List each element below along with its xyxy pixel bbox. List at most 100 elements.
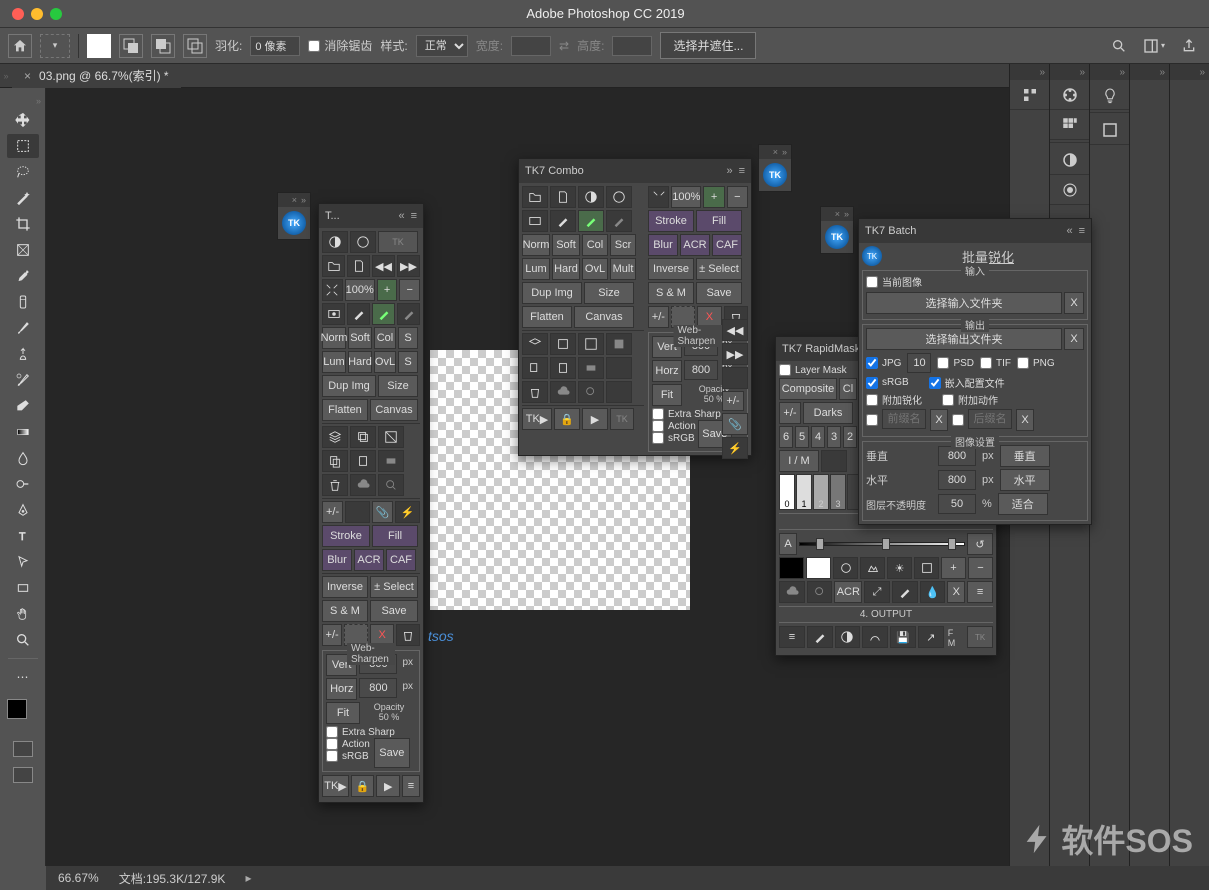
width-input[interactable] [511,36,551,56]
folder-icon[interactable] [322,255,345,277]
clip-icon[interactable]: 📎 [722,413,748,435]
marquee-tool-icon[interactable]: ▾ [40,34,70,58]
pm-button[interactable]: +/- [648,306,669,328]
frame-tool[interactable] [7,238,39,262]
next-icon[interactable]: ▶▶ [397,255,420,277]
dup-button[interactable]: Dup Img [322,375,376,397]
adj2-icon[interactable] [606,186,632,208]
libraries-icon[interactable] [1090,115,1130,145]
tab-handle[interactable]: » [0,64,12,88]
vert-button[interactable]: 垂直 [1000,445,1050,467]
close-window[interactable] [12,8,24,20]
share-icon[interactable] [1177,34,1201,58]
sc-button[interactable]: S [398,327,418,349]
hard-button[interactable]: Hard [552,258,580,280]
adjustments-icon[interactable] [1050,145,1090,175]
fit-button[interactable]: 适合 [998,493,1048,515]
antialias-checkbox[interactable]: 消除锯齿 [308,37,372,54]
magic-wand-tool[interactable] [7,186,39,210]
screen-mode[interactable] [13,767,33,783]
c1-icon[interactable] [522,357,548,379]
layer2-icon[interactable] [350,426,376,448]
tk-icon[interactable]: TK [378,231,418,253]
search-icon[interactable] [378,474,404,496]
x-button[interactable]: X [1064,292,1084,314]
c2-icon[interactable] [550,357,576,379]
m2-icon[interactable] [860,557,885,579]
pm-button[interactable]: +/- [779,402,801,424]
n5[interactable]: 5 [795,426,809,448]
add-selection-icon[interactable] [119,34,143,58]
save-button[interactable]: Save [370,600,418,622]
collapse-icon[interactable]: » [782,147,787,157]
plus-icon[interactable]: + [703,186,724,208]
horz-input[interactable] [359,678,397,698]
trash2-icon[interactable] [396,624,420,646]
tif-checkbox[interactable]: TIF [980,353,1011,373]
fit-button[interactable]: Fit [326,702,360,724]
caf-button[interactable]: CAF [712,234,742,256]
subtract-selection-icon[interactable] [151,34,175,58]
hundred-button[interactable]: 100% [345,279,375,301]
expand-icon[interactable] [648,186,669,208]
zone-2[interactable]: 2 [813,474,829,510]
save2-button[interactable]: Save [374,738,410,768]
lock-icon[interactable]: 🔒 [554,408,580,430]
action-checkbox[interactable]: Action [326,738,370,750]
home-button[interactable] [8,34,32,58]
collapse-icon[interactable]: » [726,165,732,177]
pm2-button[interactable]: +/- [322,624,342,646]
hard-button[interactable]: Hard [348,351,372,373]
fill-button[interactable]: Fill [372,525,418,547]
select-input-button[interactable]: 选择输入文件夹 [866,292,1062,314]
im-button[interactable]: I / M [779,450,819,472]
tk7-logo-icon[interactable]: TK [763,163,787,187]
tk-button[interactable]: TK ▶ [322,775,349,797]
inverse-button[interactable]: Inverse [648,258,694,280]
size-button[interactable]: Size [378,375,418,397]
close-icon[interactable]: × [292,195,297,205]
swatches-icon[interactable] [1050,110,1090,140]
composite-button[interactable]: Composite [779,378,837,400]
pm-button[interactable]: +/- [322,501,343,523]
maximize-window[interactable] [50,8,62,20]
tk2-icon[interactable]: TK [610,408,634,430]
vert-input[interactable] [938,446,976,466]
gradient-tool[interactable] [7,420,39,444]
pm-side[interactable]: +/- [722,391,744,411]
flatten-button[interactable]: Flatten [522,306,572,328]
n6[interactable]: 6 [779,426,793,448]
n4[interactable]: 4 [811,426,825,448]
blur-button[interactable]: Blur [648,234,678,256]
trash-icon[interactable] [522,381,548,403]
color-swatches[interactable] [7,699,39,731]
clip-button[interactable]: 📎 [372,501,393,523]
prefix-checkbox[interactable] [866,409,878,431]
type-tool[interactable]: T [7,524,39,548]
l4-icon[interactable] [606,333,632,355]
menu-icon[interactable]: ≡ [967,581,993,603]
c3-icon[interactable] [578,357,604,379]
suffix-checkbox[interactable] [952,409,964,431]
canvas-button[interactable]: Canvas [574,306,634,328]
lum-button[interactable]: Lum [322,351,346,373]
collapse-icon[interactable]: » [301,195,306,205]
doc-info[interactable]: 文档:195.3K/127.9K [119,870,226,887]
pen-tool[interactable] [7,498,39,522]
ovl-button[interactable]: OvL [374,351,396,373]
flatten-button[interactable]: Flatten [322,399,368,421]
n3[interactable]: 3 [827,426,841,448]
collapse-icon[interactable]: » [844,209,849,219]
sm-button[interactable]: S & M [648,282,694,304]
acr-button[interactable]: ACR [834,581,862,603]
extra-sharp-checkbox[interactable]: Extra Sharp [326,726,416,738]
pmselect-button[interactable]: ± Select [370,576,418,598]
zone-0[interactable]: 0 [779,474,795,510]
cl-button[interactable]: Cl [839,378,857,400]
clone-tool[interactable] [7,342,39,366]
path-select-tool[interactable] [7,550,39,574]
jpg-checkbox[interactable]: JPG [866,353,901,373]
o4-icon[interactable] [862,626,888,648]
search-icon[interactable] [1107,34,1131,58]
properties-icon[interactable] [1010,80,1050,110]
